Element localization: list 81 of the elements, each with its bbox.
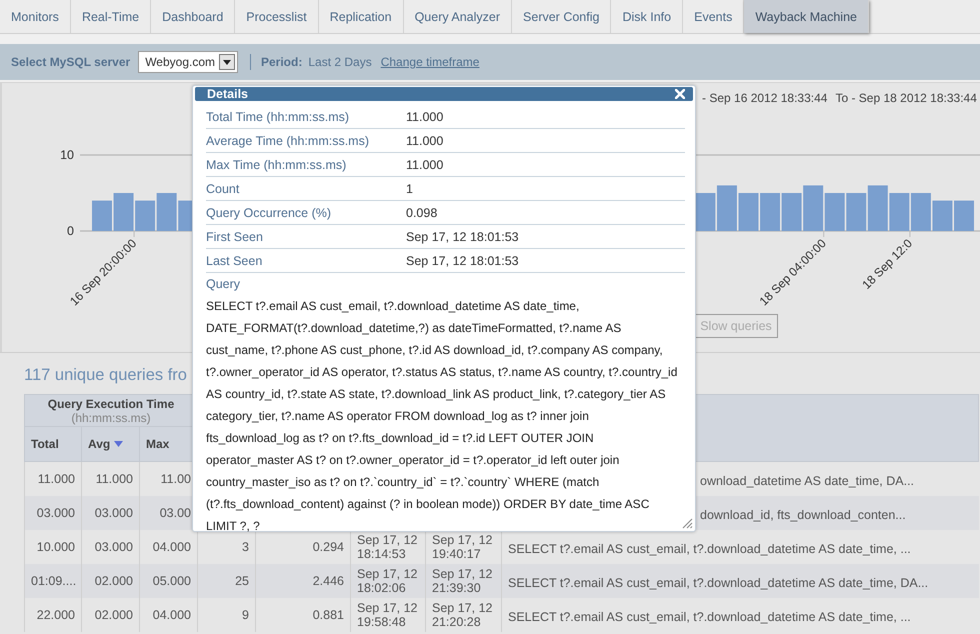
table-cell: 11.000	[24, 462, 82, 496]
queries-heading: 117 unique queries fro	[24, 366, 187, 386]
table-cell: 11.000	[82, 462, 140, 496]
detail-value: 0.098	[406, 206, 438, 220]
detail-value: Sep 17, 12 18:01:53	[406, 230, 520, 244]
tab[interactable]: Processlist	[235, 0, 319, 33]
chart-bar	[954, 200, 974, 231]
detail-label: Total Time (hh:mm:ss.ms)	[206, 110, 350, 124]
period-label: Period:	[261, 55, 302, 69]
table-cell: 10.000	[24, 530, 82, 564]
chart-bar	[824, 193, 845, 231]
table-cell: SELECT t?.email AS cust_email, t?.download_datetime AS date_time, DA...	[502, 564, 978, 598]
detail-value: 11.000	[406, 110, 444, 124]
chart-bar	[716, 185, 737, 231]
server-select[interactable]: Webyog.com	[138, 51, 238, 73]
table-cell: 02.000	[82, 598, 140, 632]
tab[interactable]: Real-Time	[70, 0, 152, 33]
tab[interactable]: Server Config	[512, 0, 612, 33]
table-cell: 2.446	[256, 564, 350, 598]
table-cell: 03.000	[82, 530, 140, 564]
column-header[interactable]: Total	[31, 437, 59, 451]
table-cell: Sep 17, 12 18:02:06	[350, 564, 426, 598]
chart-bar	[932, 200, 952, 231]
change-timeframe-link[interactable]: Change timeframe	[380, 55, 480, 69]
table-cell: 03.000	[24, 496, 82, 530]
table-cell: 05.000	[140, 564, 198, 598]
detail-label: Max Time (hh:mm:ss.ms)	[206, 158, 348, 172]
table-cell: 0.881	[256, 598, 350, 632]
chart-bar	[846, 193, 866, 231]
tab[interactable]: Dashboard	[151, 0, 236, 33]
resize-grip-icon[interactable]	[682, 518, 693, 529]
table-cell: 03.000	[82, 496, 140, 530]
table-cell: 9	[198, 598, 256, 632]
dialog-title: Details	[207, 87, 248, 101]
tab[interactable]: Replication	[318, 0, 404, 33]
table-cell: SELECT t?.email AS cust_email, t?.download_datetime AS date_time, ...	[502, 530, 978, 564]
table-cell: 02.000	[82, 564, 140, 598]
table-cell: Sep 17, 12 21:20:28	[426, 598, 502, 632]
detail-value: Sep 17, 12 18:01:53	[406, 254, 520, 268]
chart-bar	[803, 185, 824, 231]
axis-label: 0	[67, 224, 74, 238]
chart-bar	[156, 193, 177, 231]
detail-label: Query	[206, 276, 242, 293]
chart-bar	[92, 200, 112, 231]
chart-bar	[868, 185, 888, 231]
close-icon[interactable]	[675, 89, 685, 99]
table-cell: 22.000	[24, 598, 82, 632]
chart-bar	[760, 193, 780, 231]
tab[interactable]: Disk Info	[611, 0, 684, 33]
column-header[interactable]: Max	[146, 437, 170, 451]
detail-label: First Seen	[206, 230, 264, 244]
table-cell: Sep 17, 12 21:39:30	[426, 564, 502, 598]
chart-bar	[910, 193, 931, 231]
detail-label: Average Time (hh:mm:ss.ms)	[206, 134, 370, 148]
period-value: Last 2 Days	[308, 55, 372, 69]
detail-label: Query Occurrence (%)	[206, 206, 332, 220]
chart-bar	[114, 193, 134, 231]
detail-value: 11.000	[406, 158, 444, 172]
chart-bar	[695, 193, 716, 231]
chart-bar	[782, 193, 802, 231]
table-cell: 01:09....	[24, 564, 82, 598]
server-label: Select MySQL server	[11, 55, 130, 69]
chart-bar	[738, 193, 758, 231]
detail-label: Count	[206, 182, 240, 196]
table-cell: 25	[198, 564, 256, 598]
table-cell: 04.000	[140, 598, 198, 632]
range-end-text: To - Sep 18 2012 18:33:44	[835, 91, 977, 107]
chart-bar	[889, 193, 910, 231]
table-cell: 04.000	[140, 530, 198, 564]
axis-label: 10	[60, 148, 74, 162]
sort-arrow-icon	[114, 441, 124, 447]
detail-label: Last Seen	[206, 254, 264, 268]
table-cell: Sep 17, 12 19:58:48	[350, 598, 426, 632]
chart-bar	[135, 200, 156, 231]
tab[interactable]: Monitors	[0, 0, 71, 33]
tab[interactable]: Query Analyzer	[404, 0, 512, 33]
detail-value: 1	[406, 182, 414, 196]
tab[interactable]: Wayback Machine	[744, 0, 869, 33]
detail-value: 11.000	[406, 134, 444, 148]
table-cell: SELECT t?.email AS cust_email, t?.download_datetime AS date_time, ...	[502, 598, 978, 632]
range-start-text: - Sep 16 2012 18:33:44	[702, 91, 828, 107]
